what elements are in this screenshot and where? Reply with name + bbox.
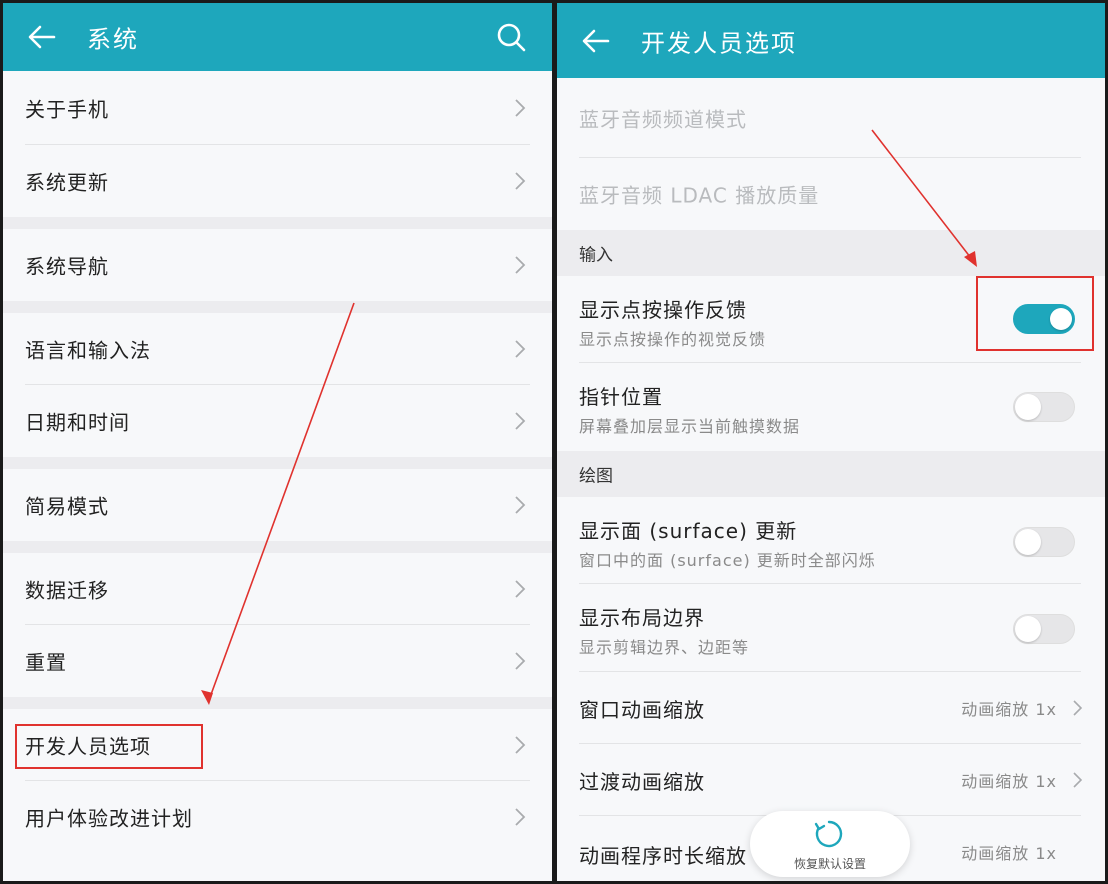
section-title: 输入 (579, 245, 613, 266)
group-gap (3, 457, 552, 469)
pointer-location-toggle[interactable] (1013, 392, 1075, 422)
chevron-right-icon (515, 412, 526, 430)
setting-value: 动画缩放 1x (961, 844, 1057, 863)
chevron-right-icon (515, 340, 526, 358)
chevron-right-icon (515, 808, 526, 826)
bluetooth-ldac-quality: 蓝牙音频 LDAC 播放质量 (557, 158, 1105, 230)
page-title: 开发人员选项 (641, 29, 797, 57)
app-bar: 开发人员选项 (557, 3, 1105, 78)
setting-title: 显示点按操作反馈 (579, 298, 747, 322)
setting-title: 显示布局边界 (579, 606, 705, 630)
bluetooth-codec-channel-mode: 蓝牙音频频道模式 (557, 78, 1105, 158)
settings-item-label: 数据迁移 (25, 578, 109, 603)
search-icon[interactable] (496, 22, 526, 52)
setting-transition-animation-scale[interactable]: 过渡动画缩放 动画缩放 1x (557, 744, 1105, 816)
settings-item-user-experience[interactable]: 用户体验改进计划 (3, 781, 552, 853)
highlight-box-show-taps-toggle (976, 276, 1094, 351)
group-gap (3, 217, 552, 229)
chevron-right-icon (1073, 700, 1083, 716)
chevron-right-icon (515, 580, 526, 598)
settings-item-label: 语言和输入法 (25, 338, 151, 363)
chevron-right-icon (1073, 772, 1083, 788)
page-title: 系统 (87, 25, 139, 54)
system-settings-screen: 系统 关于手机 系统更新 系统导航 语言和输入法 日期和时间 简易模式 数据迁移 (3, 3, 552, 881)
chevron-right-icon (515, 256, 526, 274)
group-gap (3, 301, 552, 313)
layout-bounds-toggle[interactable] (1013, 614, 1075, 644)
restore-icon (814, 820, 843, 848)
setting-subtitle: 显示剪辑边界、边距等 (579, 638, 750, 657)
settings-item-reset[interactable]: 重置 (3, 625, 552, 697)
back-arrow-icon[interactable] (581, 26, 611, 56)
settings-item-date-time[interactable]: 日期和时间 (3, 385, 552, 457)
group-gap (3, 697, 552, 709)
chevron-right-icon (515, 99, 526, 117)
developer-options-screen: 开发人员选项 蓝牙音频频道模式 蓝牙音频 LDAC 播放质量 输入 显示点按操作… (557, 3, 1105, 881)
group-gap (3, 541, 552, 553)
setting-show-surface-updates[interactable]: 显示面 (surface) 更新 窗口中的面 (surface) 更新时全部闪烁 (557, 497, 1105, 584)
settings-item-label: 系统导航 (25, 254, 109, 279)
settings-item-label: 用户体验改进计划 (25, 806, 193, 831)
restore-defaults-button[interactable]: 恢复默认设置 (750, 811, 910, 877)
settings-item-system-update[interactable]: 系统更新 (3, 145, 552, 217)
setting-pointer-location[interactable]: 指针位置 屏幕叠加层显示当前触摸数据 (557, 363, 1105, 451)
settings-item-label: 系统更新 (25, 170, 109, 195)
settings-item-data-migration[interactable]: 数据迁移 (3, 553, 552, 625)
chevron-right-icon (515, 652, 526, 670)
settings-item-simple-mode[interactable]: 简易模式 (3, 469, 552, 541)
settings-item-label: 关于手机 (25, 97, 109, 122)
setting-label-disabled: 蓝牙音频频道模式 (579, 107, 747, 132)
setting-subtitle: 屏幕叠加层显示当前触摸数据 (579, 417, 801, 436)
toggle-knob (1015, 529, 1041, 555)
setting-subtitle: 窗口中的面 (surface) 更新时全部闪烁 (579, 551, 876, 570)
setting-title: 窗口动画缩放 (579, 698, 705, 722)
settings-item-system-navigation[interactable]: 系统导航 (3, 229, 552, 301)
restore-defaults-label: 恢复默认设置 (793, 857, 866, 871)
app-bar: 系统 (3, 3, 552, 71)
setting-value: 动画缩放 1x (961, 700, 1057, 719)
setting-window-animation-scale[interactable]: 窗口动画缩放 动画缩放 1x (557, 672, 1105, 744)
setting-label-disabled: 蓝牙音频 LDAC 播放质量 (579, 183, 820, 208)
settings-item-label: 重置 (25, 650, 67, 675)
settings-item-language-input[interactable]: 语言和输入法 (3, 313, 552, 385)
toggle-knob (1015, 394, 1041, 420)
section-title: 绘图 (579, 466, 613, 487)
setting-title: 指针位置 (579, 385, 663, 409)
chevron-right-icon (515, 172, 526, 190)
chevron-right-icon (515, 736, 526, 754)
settings-item-about-phone[interactable]: 关于手机 (3, 71, 552, 145)
setting-title: 动画程序时长缩放 (579, 844, 747, 868)
setting-show-layout-bounds[interactable]: 显示布局边界 显示剪辑边界、边距等 (557, 584, 1105, 672)
setting-value: 动画缩放 1x (961, 772, 1057, 791)
settings-item-label: 日期和时间 (25, 410, 130, 435)
back-arrow-icon[interactable] (27, 22, 57, 52)
setting-subtitle: 显示点按操作的视觉反馈 (579, 330, 767, 349)
highlight-box-developer-options (15, 724, 203, 769)
surface-updates-toggle[interactable] (1013, 527, 1075, 557)
chevron-right-icon (515, 496, 526, 514)
section-header-drawing: 绘图 (557, 451, 1105, 497)
toggle-knob (1015, 616, 1041, 642)
section-header-input: 输入 (557, 230, 1105, 276)
settings-item-label: 简易模式 (25, 494, 109, 519)
setting-title: 显示面 (surface) 更新 (579, 519, 798, 543)
setting-title: 过渡动画缩放 (579, 770, 705, 794)
